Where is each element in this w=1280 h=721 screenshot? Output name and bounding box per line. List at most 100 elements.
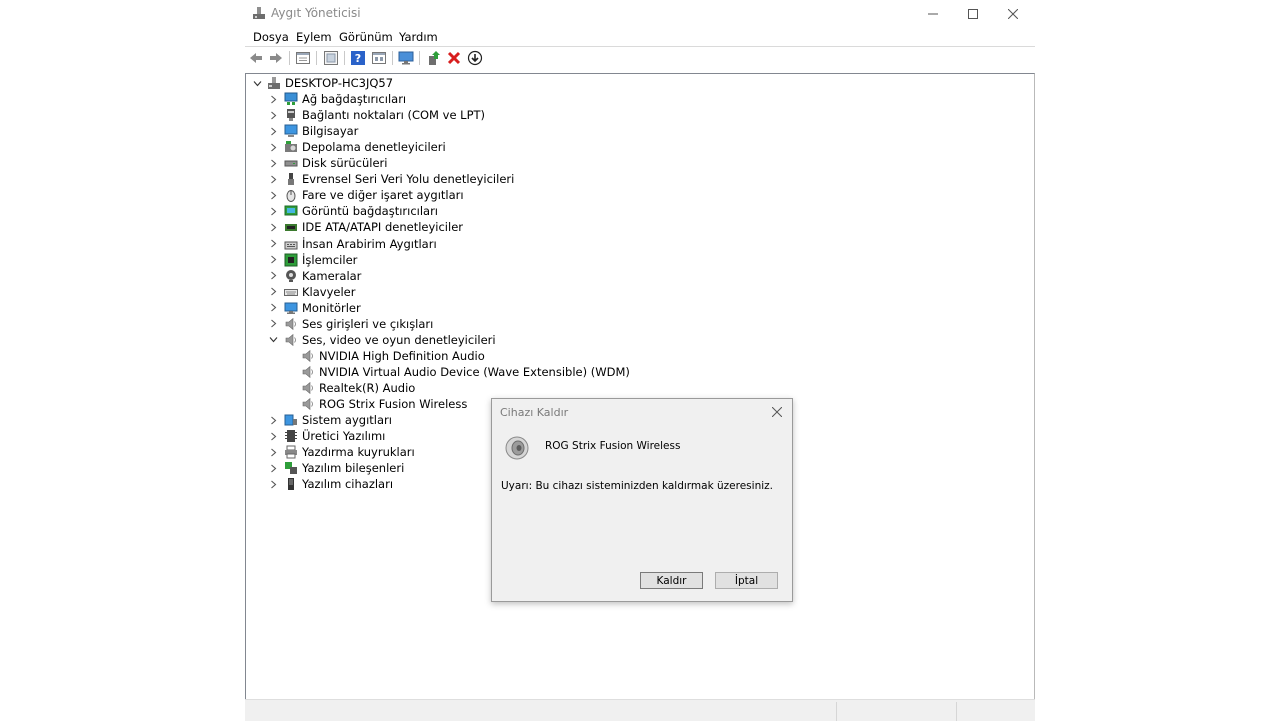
expand-chevron-icon[interactable]: [268, 284, 278, 300]
expand-chevron-icon[interactable]: [268, 187, 278, 203]
status-bar: [245, 699, 1035, 721]
tree-item-label: Üretici Yazılımı: [302, 429, 386, 444]
tree-category[interactable]: Görüntü bağdaştırıcıları: [284, 203, 438, 219]
expand-chevron-icon[interactable]: [268, 268, 278, 284]
tree-category[interactable]: Ses girişleri ve çıkışları: [284, 316, 433, 332]
menu-file[interactable]: Dosya: [253, 30, 289, 44]
expand-chevron-icon[interactable]: [268, 219, 278, 235]
tree-category[interactable]: Klavyeler: [284, 284, 355, 300]
tree-category[interactable]: IDE ATA/ATAPI denetleyiciler: [284, 219, 463, 235]
expand-chevron-icon[interactable]: [268, 203, 278, 219]
dialog-device-name: ROG Strix Fusion Wireless: [545, 440, 681, 452]
expand-chevron-icon[interactable]: [268, 155, 278, 171]
dialog-close-button[interactable]: [768, 403, 786, 421]
menu-view[interactable]: Görünüm: [339, 30, 393, 44]
title-bar: Aygıt Yöneticisi: [245, 0, 1035, 27]
show-hidden-icon[interactable]: [371, 50, 387, 66]
collapse-chevron-icon[interactable]: [268, 332, 278, 348]
expand-chevron-icon[interactable]: [268, 460, 278, 476]
help-icon[interactable]: ?: [350, 50, 366, 66]
tree-item-label: Yazdırma kuyrukları: [302, 445, 415, 460]
expand-chevron-icon[interactable]: [268, 139, 278, 155]
tree-category[interactable]: Ses, video ve oyun denetleyicileri: [284, 332, 496, 348]
dialog-title: Cihazı Kaldır: [500, 406, 569, 419]
update-driver-icon[interactable]: [426, 50, 442, 66]
tree-item-label: İnsan Arabirim Aygıtları: [302, 236, 437, 251]
tree-category[interactable]: Kameralar: [284, 268, 361, 284]
expand-chevron-icon[interactable]: [268, 316, 278, 332]
tree-category[interactable]: Bilgisayar: [284, 123, 358, 139]
expand-chevron-icon[interactable]: [268, 171, 278, 187]
tree-item-label: Monitörler: [302, 300, 361, 315]
monitor-icon[interactable]: [398, 50, 414, 66]
expand-chevron-icon[interactable]: [268, 412, 278, 428]
toolbar-separator: [289, 51, 290, 65]
tree-category[interactable]: Üretici Yazılımı: [284, 428, 385, 444]
tree-device[interactable]: ROG Strix Fusion Wireless: [301, 396, 467, 412]
expand-chevron-icon[interactable]: [268, 107, 278, 123]
tree-category[interactable]: Evrensel Seri Veri Yolu denetleyicileri: [284, 171, 514, 187]
tree-category[interactable]: Yazılım bileşenleri: [284, 460, 404, 476]
tree-category[interactable]: Sistem aygıtları: [284, 412, 392, 428]
collapse-chevron-icon[interactable]: [252, 75, 262, 91]
close-icon: [772, 407, 782, 417]
tree-category[interactable]: Monitörler: [284, 300, 361, 316]
tree-category[interactable]: Disk sürücüleri: [284, 155, 387, 171]
tree-category[interactable]: Yazdırma kuyrukları: [284, 444, 415, 460]
expand-chevron-icon[interactable]: [268, 91, 278, 107]
computer-root-icon: [267, 76, 281, 90]
uninstall-icon[interactable]: [446, 50, 462, 66]
expand-chevron-icon[interactable]: [268, 123, 278, 139]
disk-drive-icon: [284, 156, 298, 170]
menu-action[interactable]: Eylem: [296, 30, 332, 44]
tree-device[interactable]: NVIDIA High Definition Audio: [301, 348, 485, 364]
tree-category[interactable]: Fare ve diğer işaret aygıtları: [284, 187, 464, 203]
toolbar-separator: [344, 51, 345, 65]
back-icon[interactable]: [248, 50, 264, 66]
tree-category[interactable]: Yazılım cihazları: [284, 476, 393, 492]
device-tree[interactable]: DESKTOP-HC3JQ57 Ağ bağdaştırıcıları Bağlan…: [245, 73, 1035, 701]
tree-category[interactable]: İşlemciler: [284, 252, 357, 268]
expand-chevron-icon[interactable]: [268, 236, 278, 252]
tree-item-label: Ses girişleri ve çıkışları: [302, 316, 434, 331]
tree-item-label: Realtek(R) Audio: [319, 380, 416, 395]
close-button[interactable]: [993, 0, 1033, 27]
cancel-button[interactable]: İptal: [715, 572, 778, 589]
expand-chevron-icon[interactable]: [268, 444, 278, 460]
svg-text:?: ?: [355, 52, 361, 65]
maximize-button[interactable]: [953, 0, 993, 27]
update-view-icon[interactable]: [323, 50, 339, 66]
expand-chevron-icon[interactable]: [268, 252, 278, 268]
dialog-warning: Uyarı: Bu cihazı sisteminizden kaldırmak…: [501, 480, 773, 492]
menu-help[interactable]: Yardım: [399, 30, 438, 44]
port-icon: [284, 108, 298, 122]
tree-category[interactable]: Bağlantı noktaları (COM ve LPT): [284, 107, 485, 123]
window-title: Aygıt Yöneticisi: [271, 6, 361, 20]
tree-item-label: Disk sürücüleri: [302, 156, 388, 171]
properties-icon[interactable]: [295, 50, 311, 66]
tree-device[interactable]: NVIDIA Virtual Audio Device (Wave Extens…: [301, 364, 630, 380]
tree-category[interactable]: Ağ bağdaştırıcıları: [284, 91, 406, 107]
remove-button[interactable]: Kaldır: [640, 572, 703, 589]
minimize-button[interactable]: [913, 0, 953, 27]
tree-item-label: DESKTOP-HC3JQ57: [285, 76, 394, 90]
tree-item-label: Görüntü bağdaştırıcıları: [302, 204, 439, 219]
tree-item-label: Bilgisayar: [302, 124, 359, 139]
expand-chevron-icon[interactable]: [268, 300, 278, 316]
tree-category[interactable]: İnsan Arabirim Aygıtları: [284, 236, 437, 252]
tree-item-label: Yazılım bileşenleri: [302, 461, 405, 476]
tree-root[interactable]: DESKTOP-HC3JQ57: [267, 75, 393, 91]
uninstall-device-dialog: Cihazı Kaldır ROG Strix Fusion Wireless …: [491, 398, 793, 602]
tree-item-label: Ses, video ve oyun denetleyicileri: [302, 332, 496, 347]
tree-category[interactable]: Depolama denetleyicileri: [284, 139, 446, 155]
menu-bar: Dosya Eylem Görünüm Yardım: [245, 28, 1035, 46]
tree-item-label: Ağ bağdaştırıcıları: [302, 92, 407, 107]
speaker-icon: [504, 435, 530, 461]
expand-chevron-icon[interactable]: [268, 428, 278, 444]
forward-icon[interactable]: [268, 50, 284, 66]
disable-icon[interactable]: [467, 50, 483, 66]
speaker-icon: [301, 397, 315, 411]
speaker-icon: [301, 365, 315, 379]
expand-chevron-icon[interactable]: [268, 476, 278, 492]
tree-device[interactable]: Realtek(R) Audio: [301, 380, 415, 396]
